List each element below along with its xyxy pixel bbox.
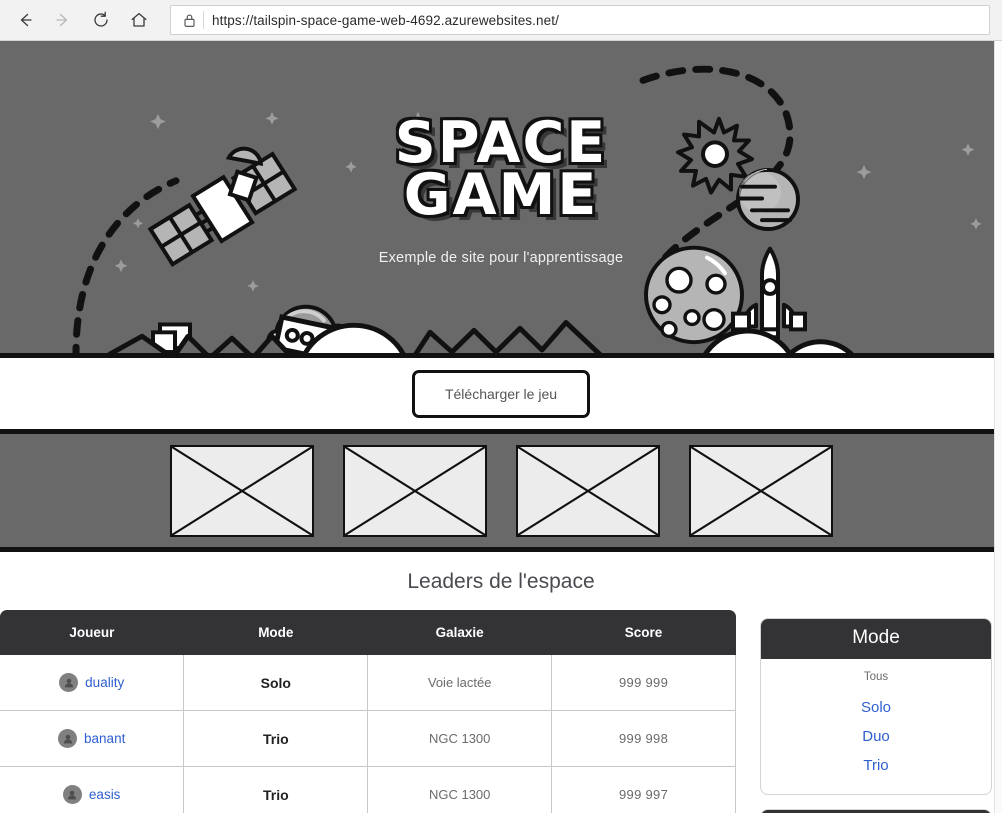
page-scrollbar[interactable] [994, 41, 1002, 813]
table-row: easis Trio NGC 1300 999 997 [0, 767, 736, 813]
board-layout: Joueur Mode Galaxie Score [0, 610, 1002, 813]
back-arrow-icon [15, 10, 35, 30]
cratered-moon-icon [646, 248, 742, 342]
leaderboard-title: Leaders de l'espace [0, 570, 1002, 610]
score-table-body: duality Solo Voie lactée 999 999 [0, 655, 736, 813]
back-button[interactable] [6, 3, 44, 37]
cell-galaxy: Voie lactée [368, 655, 552, 711]
home-button[interactable] [120, 3, 158, 37]
filter-option-duo[interactable]: Duo [761, 722, 991, 751]
home-icon [129, 10, 149, 30]
url-text: https://tailspin-space-game-web-4692.azu… [212, 13, 559, 28]
filters-sidebar: Mode Tous Solo Duo Trio Galaxie [760, 610, 992, 813]
broken-image-icon[interactable] [170, 445, 314, 537]
cell-mode: Solo [184, 655, 368, 711]
cell-galaxy: NGC 1300 [368, 711, 552, 767]
filter-card-galaxy: Galaxie [760, 809, 992, 813]
player-link[interactable]: easis [89, 787, 121, 802]
page-viewport: SPACE GAME Exemple de site pour l'appren… [0, 41, 1002, 813]
hero-banner: SPACE GAME Exemple de site pour l'appren… [0, 41, 1002, 358]
cell-mode: Trio [184, 767, 368, 813]
table-row: duality Solo Voie lactée 999 999 [0, 655, 736, 711]
score-table-container: Joueur Mode Galaxie Score [0, 610, 736, 813]
filter-card-mode: Mode Tous Solo Duo Trio [760, 618, 992, 795]
filter-heading-mode: Mode [761, 619, 991, 659]
filter-options-mode: Tous Solo Duo Trio [761, 659, 991, 794]
address-bar[interactable]: https://tailspin-space-game-web-4692.azu… [170, 5, 990, 35]
cell-score: 999 997 [552, 767, 736, 813]
reload-icon [91, 10, 111, 30]
url-divider [203, 11, 204, 29]
score-table-head: Joueur Mode Galaxie Score [0, 610, 736, 655]
score-table: Joueur Mode Galaxie Score [0, 610, 736, 813]
avatar-icon [63, 785, 82, 804]
filter-option-solo[interactable]: Solo [761, 693, 991, 722]
avatar-icon [59, 673, 78, 692]
download-section: Télécharger le jeu [0, 358, 1002, 434]
cell-score: 999 998 [552, 711, 736, 767]
lock-icon [179, 13, 199, 28]
broken-image-icon[interactable] [689, 445, 833, 537]
column-header-galaxy[interactable]: Galaxie [368, 610, 552, 655]
filter-option-trio[interactable]: Trio [761, 751, 991, 780]
cell-player: easis [0, 767, 184, 813]
download-game-button[interactable]: Télécharger le jeu [412, 370, 590, 418]
column-header-mode[interactable]: Mode [184, 610, 368, 655]
browser-toolbar: https://tailspin-space-game-web-4692.azu… [0, 0, 1002, 41]
cell-score: 999 999 [552, 655, 736, 711]
screenshot-gallery [0, 434, 1002, 552]
reload-button[interactable] [82, 3, 120, 37]
avatar-icon [58, 729, 77, 748]
forward-arrow-icon [53, 10, 73, 30]
leaderboard-section: Leaders de l'espace Joueur Mode Galaxie … [0, 552, 1002, 813]
table-row: banant Trio NGC 1300 999 998 [0, 711, 736, 767]
broken-image-icon[interactable] [516, 445, 660, 537]
striped-planet-icon [738, 169, 798, 229]
player-link[interactable]: banant [84, 731, 125, 746]
hero-illustration [0, 41, 1002, 353]
cell-player: banant [0, 711, 184, 767]
player-link[interactable]: duality [85, 675, 124, 690]
column-header-score[interactable]: Score [552, 610, 736, 655]
cell-galaxy: NGC 1300 [368, 767, 552, 813]
cell-player: duality [0, 655, 184, 711]
forward-button[interactable] [44, 3, 82, 37]
column-header-player[interactable]: Joueur [0, 610, 184, 655]
table-header-row: Joueur Mode Galaxie Score [0, 610, 736, 655]
filter-active-mode: Tous [761, 669, 991, 693]
cell-mode: Trio [184, 711, 368, 767]
broken-image-icon[interactable] [343, 445, 487, 537]
